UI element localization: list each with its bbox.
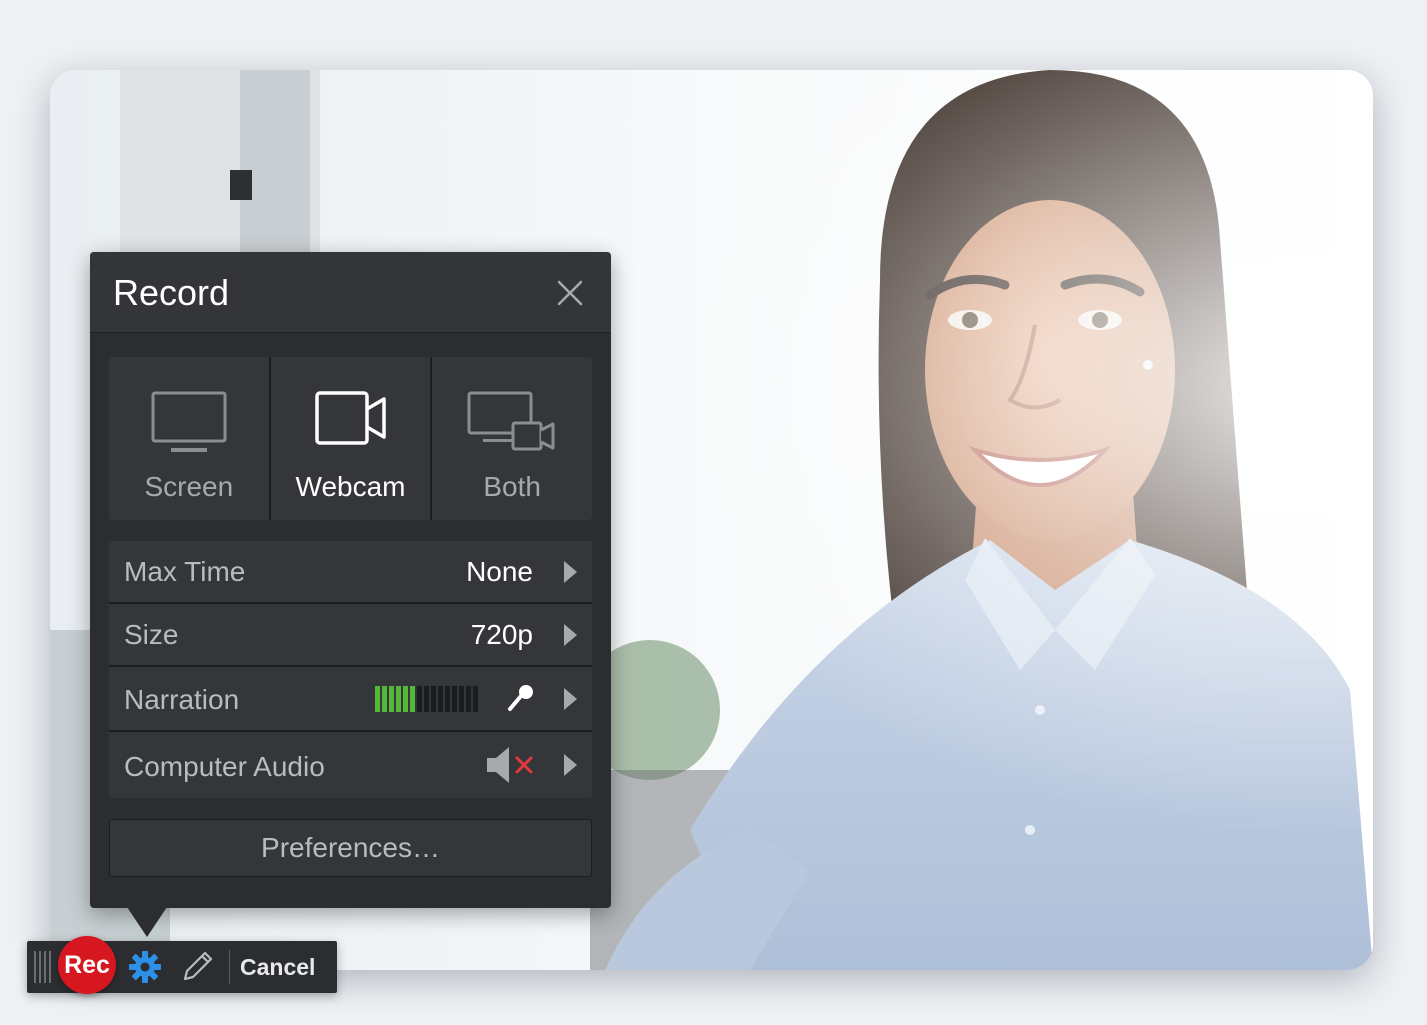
narration-row[interactable]: Narration	[109, 667, 592, 730]
record-panel-header: Record	[90, 252, 611, 333]
chevron-right-icon	[564, 688, 577, 710]
max-time-value: None	[466, 556, 533, 587]
meter-segment	[459, 686, 464, 712]
max-time-row[interactable]: Max Time None	[109, 541, 592, 602]
meter-segment	[375, 686, 380, 712]
cancel-button[interactable]: Cancel	[240, 941, 315, 993]
gear-icon[interactable]	[128, 950, 162, 984]
preferences-button[interactable]: Preferences…	[109, 819, 592, 877]
mode-both-label: Both	[483, 471, 541, 502]
narration-label: Narration	[124, 684, 240, 715]
chevron-right-icon	[564, 754, 577, 776]
meter-segment	[410, 686, 415, 712]
drag-handle-icon[interactable]	[33, 951, 53, 983]
monitor-camera-icon	[467, 391, 555, 451]
meter-segment	[431, 686, 436, 712]
meter-segment	[452, 686, 457, 712]
meter-segment	[396, 686, 401, 712]
meter-segment	[417, 686, 422, 712]
record-mode-selector: Screen Webcam Both	[109, 357, 593, 520]
microphone-icon	[508, 685, 533, 711]
record-settings-list: Max Time None Size 720p Narration Comput…	[109, 541, 592, 798]
mode-screen-button[interactable]: Screen	[109, 357, 269, 520]
speaker-muted-icon	[487, 747, 533, 783]
size-label: Size	[124, 619, 179, 650]
close-icon[interactable]	[555, 278, 585, 308]
pencil-icon[interactable]	[180, 950, 214, 984]
meter-segment	[445, 686, 450, 712]
computer-audio-row[interactable]: Computer Audio	[109, 732, 592, 798]
video-camera-icon	[314, 391, 386, 445]
meter-segment	[382, 686, 387, 712]
mode-webcam-label: Webcam	[295, 471, 406, 502]
meter-segment	[424, 686, 429, 712]
rec-button[interactable]: Rec	[58, 936, 116, 994]
panel-title: Record	[113, 272, 230, 313]
mode-webcam-button[interactable]: Webcam	[270, 357, 431, 520]
meter-segment	[403, 686, 408, 712]
chevron-right-icon	[564, 624, 577, 646]
toolbar-divider	[229, 950, 230, 984]
meter-segment	[473, 686, 478, 712]
mode-both-button[interactable]: Both	[432, 357, 593, 520]
panel-pointer	[127, 907, 167, 937]
chevron-right-icon	[564, 561, 577, 583]
recording-toolbar: Rec Cancel	[27, 936, 337, 994]
meter-segment	[438, 686, 443, 712]
monitor-icon	[151, 391, 227, 452]
computer-audio-label: Computer Audio	[124, 751, 325, 782]
size-value: 720p	[470, 619, 533, 650]
record-panel: Record Screen Webcam Both Max Time None …	[90, 252, 611, 908]
meter-segment	[466, 686, 471, 712]
max-time-label: Max Time	[124, 556, 246, 587]
meter-segment	[389, 686, 394, 712]
mode-screen-label: Screen	[144, 471, 234, 502]
size-row[interactable]: Size 720p	[109, 604, 592, 665]
narration-level-meter	[375, 686, 478, 712]
